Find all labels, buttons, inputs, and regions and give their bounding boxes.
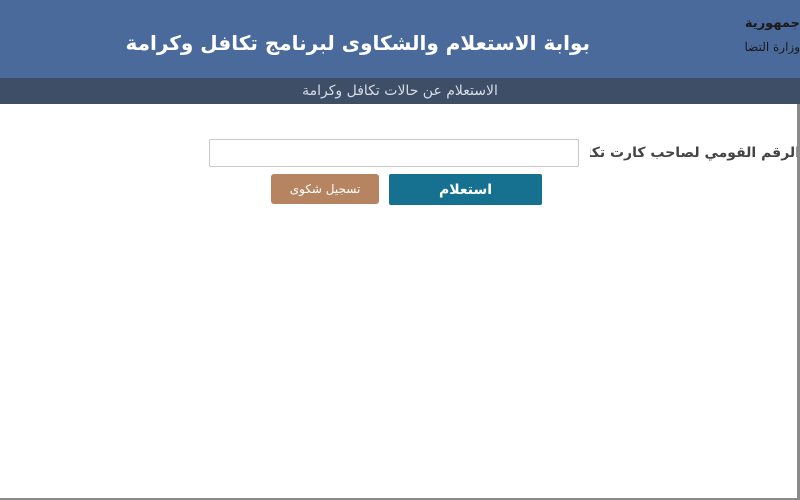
subheader-bar: الاستعلام عن حالات تكافل وكرامة xyxy=(0,78,800,104)
register-complaint-button[interactable]: تسجيل شكوى xyxy=(271,174,379,204)
national-id-label: الرقم القومي لصاحب كارت تكافل او كرامة: xyxy=(590,145,800,161)
national-id-input[interactable] xyxy=(209,139,579,167)
inquiry-button[interactable]: استعلام xyxy=(389,174,542,205)
logo-text-line1: جمهورية مصر العربية xyxy=(745,16,800,31)
page-header: بوابة الاستعلام والشكاوى لبرنامج تكافل و… xyxy=(0,0,800,78)
logo-text-line2: وزارة التضامن الاجتماعي xyxy=(745,40,800,54)
subheader-title: الاستعلام عن حالات تكافل وكرامة xyxy=(302,83,498,99)
page-title: بوابة الاستعلام والشكاوى لبرنامج تكافل و… xyxy=(125,31,590,55)
ministry-logo: جمهورية مصر العربية وزارة التضامن الاجتم… xyxy=(745,10,800,66)
